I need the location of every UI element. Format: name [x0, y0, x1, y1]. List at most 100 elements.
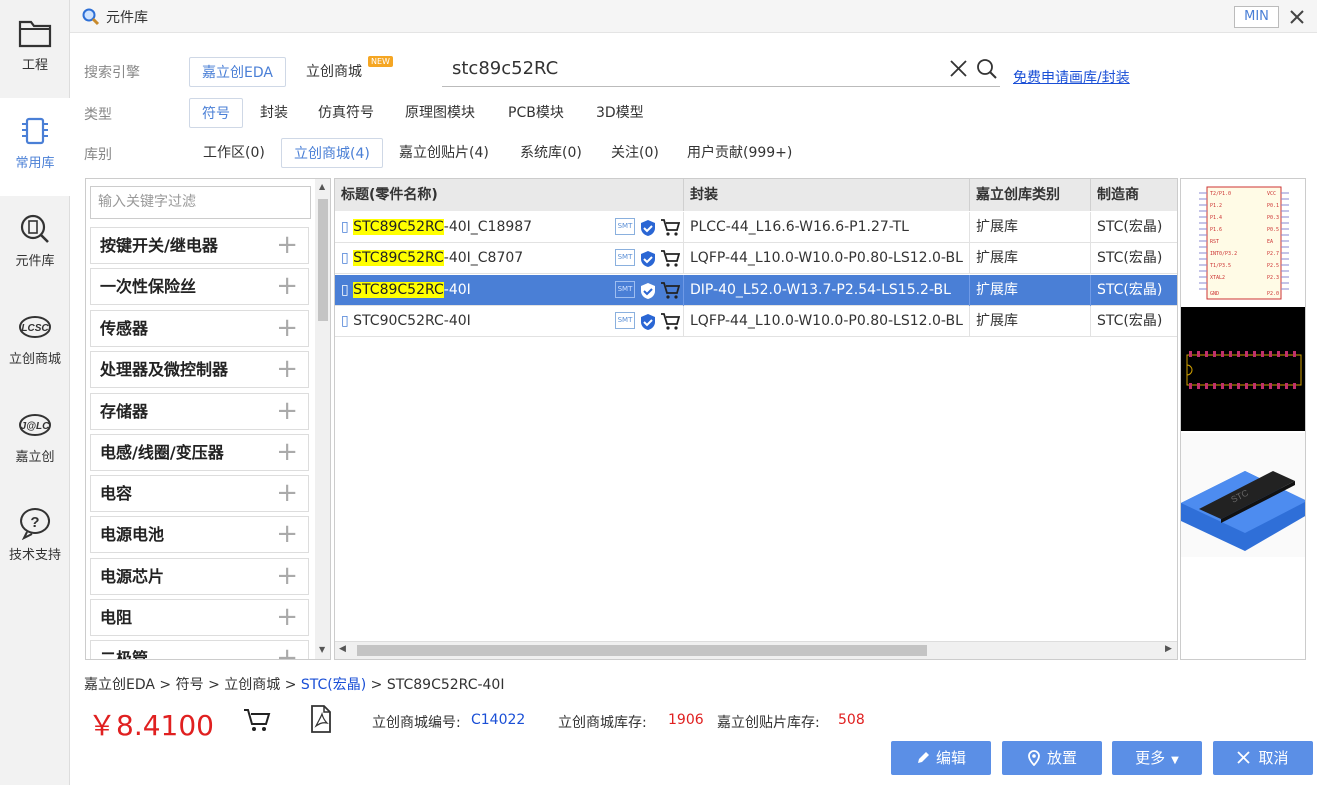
- sidebar-item-jlc[interactable]: J@LC 嘉立创: [0, 392, 70, 490]
- breadcrumb-separator: >: [370, 677, 383, 693]
- type-symbol[interactable]: 符号: [189, 98, 243, 128]
- minimize-button[interactable]: MIN: [1234, 6, 1279, 28]
- sidebar-item-common-lib[interactable]: 常用库: [0, 98, 70, 196]
- cart-icon[interactable]: [660, 249, 680, 268]
- category-item[interactable]: 二极管 +: [90, 640, 309, 659]
- expand-plus-icon[interactable]: +: [276, 352, 298, 387]
- cart-icon[interactable]: [660, 281, 680, 300]
- breadcrumb-item[interactable]: 符号: [176, 677, 204, 693]
- lib-user-contrib[interactable]: 用户贡献(999+): [675, 138, 804, 168]
- lcsc-code[interactable]: C14022: [471, 712, 525, 728]
- symbol-preview[interactable]: T2/P1.0 P1.2 P1.4 P1.6 RST INT0/P3.2 T1/P3.5 XT…: [1181, 179, 1306, 305]
- breadcrumb-manufacturer-link[interactable]: STC(宏晶): [301, 677, 366, 693]
- lib-system[interactable]: 系统库(0): [508, 138, 594, 168]
- svg-text:P2.0: P2.0: [1267, 291, 1279, 297]
- type-pcb-module[interactable]: PCB模块: [496, 98, 576, 128]
- verified-shield-icon: [641, 251, 655, 267]
- table-row[interactable]: ▯ STC89C52RC-40I_C18987 SMT PLCC-44_L16.…: [335, 212, 1177, 243]
- expand-plus-icon[interactable]: +: [276, 641, 298, 659]
- type-footprint[interactable]: 封装: [248, 98, 300, 128]
- breadcrumb-item[interactable]: 嘉立创EDA: [84, 677, 155, 693]
- expand-plus-icon[interactable]: +: [276, 269, 298, 304]
- expand-plus-icon[interactable]: +: [276, 311, 298, 346]
- cart-icon[interactable]: [660, 312, 680, 331]
- manufacturer-cell: STC(宏晶): [1091, 212, 1177, 243]
- type-3d-model[interactable]: 3D模型: [584, 98, 656, 128]
- sidebar-item-project[interactable]: 工程: [0, 0, 70, 98]
- footprint-preview[interactable]: [1181, 307, 1306, 431]
- verified-shield-icon: [641, 283, 655, 299]
- scroll-right-icon[interactable]: ▶: [1165, 644, 1172, 654]
- type-label: 类型: [84, 107, 112, 123]
- expand-plus-icon[interactable]: +: [276, 559, 298, 594]
- close-icon[interactable]: [1290, 10, 1304, 24]
- search-icon[interactable]: [976, 58, 998, 80]
- type-sim-symbol[interactable]: 仿真符号: [306, 98, 386, 128]
- more-button[interactable]: 更多 ▼: [1112, 741, 1202, 775]
- expand-plus-icon[interactable]: +: [276, 600, 298, 635]
- breadcrumb-item[interactable]: 立创商城: [224, 677, 280, 693]
- type-schematic-module[interactable]: 原理图模块: [393, 98, 487, 128]
- category-item[interactable]: 电容 +: [90, 475, 309, 512]
- pdf-datasheet-icon[interactable]: [309, 705, 333, 733]
- col-header-title[interactable]: 标题(零件名称): [335, 179, 684, 211]
- scrollbar-thumb[interactable]: [357, 645, 927, 656]
- place-button[interactable]: 放置: [1002, 741, 1102, 775]
- apply-library-link[interactable]: 免费申请画库/封装: [1013, 67, 1130, 87]
- expand-plus-icon[interactable]: +: [276, 517, 298, 552]
- category-item[interactable]: 按键开关/继电器 +: [90, 227, 309, 264]
- category-scrollbar[interactable]: ▲ ▼: [315, 179, 330, 659]
- cancel-button[interactable]: 取消: [1213, 741, 1313, 775]
- search-input[interactable]: stc89c52RC: [452, 58, 558, 79]
- match-highlight: STC89C52RC: [353, 282, 444, 298]
- lib-lcsc[interactable]: 立创商城(4): [281, 138, 383, 168]
- cart-icon[interactable]: [660, 218, 680, 237]
- package-cell: LQFP-44_L10.0-W10.0-P0.80-LS12.0-BL: [684, 243, 970, 274]
- sidebar-item-support[interactable]: ? 技术支持: [0, 490, 70, 588]
- category-item[interactable]: 存储器 +: [90, 393, 309, 430]
- table-row-selected[interactable]: ▯ STC89C52RC-40I SMT DIP-40_L52.0-W13.7-…: [335, 275, 1177, 306]
- category-item[interactable]: 传感器 +: [90, 310, 309, 347]
- expand-plus-icon[interactable]: +: [276, 476, 298, 511]
- expand-plus-icon[interactable]: +: [276, 435, 298, 470]
- scroll-up-icon[interactable]: ▲: [319, 182, 325, 191]
- col-header-manufacturer[interactable]: 制造商: [1091, 179, 1177, 211]
- expand-plus-icon[interactable]: +: [276, 228, 298, 263]
- col-header-lib-type[interactable]: 嘉立创库类别: [970, 179, 1091, 211]
- horizontal-scrollbar[interactable]: ◀ ▶: [335, 641, 1177, 659]
- sidebar-item-lcsc[interactable]: LCSC 立创商城: [0, 294, 70, 392]
- category-item[interactable]: 电源芯片 +: [90, 558, 309, 595]
- lib-jlc-smt[interactable]: 嘉立创贴片(4): [387, 138, 501, 168]
- category-item[interactable]: 电阻 +: [90, 599, 309, 636]
- clear-icon[interactable]: [950, 60, 967, 77]
- lib-workspace[interactable]: 工作区(0): [191, 138, 277, 168]
- scrollbar-thumb[interactable]: [318, 199, 328, 321]
- table-row[interactable]: ▯ STC90C52RC-40I SMT LQFP-44_L10.0-W10.0…: [335, 306, 1177, 337]
- edit-button[interactable]: 编辑: [891, 741, 991, 775]
- engine-jlceda[interactable]: 嘉立创EDA: [189, 57, 286, 87]
- category-label: 电阻: [100, 608, 133, 627]
- lib-follow[interactable]: 关注(0): [599, 138, 671, 168]
- scroll-left-icon[interactable]: ◀: [339, 644, 346, 654]
- col-header-package[interactable]: 封装: [684, 179, 970, 211]
- category-item[interactable]: 电源电池 +: [90, 516, 309, 553]
- 3d-model-preview[interactable]: STC: [1181, 433, 1306, 557]
- sidebar-item-component-lib[interactable]: 元件库: [0, 196, 70, 294]
- category-item[interactable]: 处理器及微控制器 +: [90, 351, 309, 388]
- smt-stock-label: 嘉立创贴片库存:: [717, 715, 820, 731]
- expand-plus-icon[interactable]: +: [276, 394, 298, 429]
- scroll-down-icon[interactable]: ▼: [319, 645, 325, 654]
- location-pin-icon: [1028, 750, 1040, 767]
- sidebar-item-label: 工程: [21, 58, 48, 73]
- place-button-label: 放置: [1046, 749, 1077, 767]
- sidebar-item-label: 元件库: [15, 254, 55, 269]
- engine-lcsc[interactable]: 立创商城: [294, 57, 374, 87]
- table-row[interactable]: ▯ STC89C52RC-40I_C8707 SMT LQFP-44_L10.0…: [335, 243, 1177, 274]
- category-filter-input[interactable]: 输入关键字过滤: [90, 186, 311, 219]
- category-item[interactable]: 电感/线圈/变压器 +: [90, 434, 309, 471]
- category-item[interactable]: 一次性保险丝 +: [90, 268, 309, 305]
- breadcrumb-separator: >: [159, 677, 172, 693]
- cart-icon[interactable]: [243, 707, 271, 733]
- svg-text:XTAL2: XTAL2: [1210, 275, 1225, 281]
- chip-icon: ▯: [341, 250, 349, 266]
